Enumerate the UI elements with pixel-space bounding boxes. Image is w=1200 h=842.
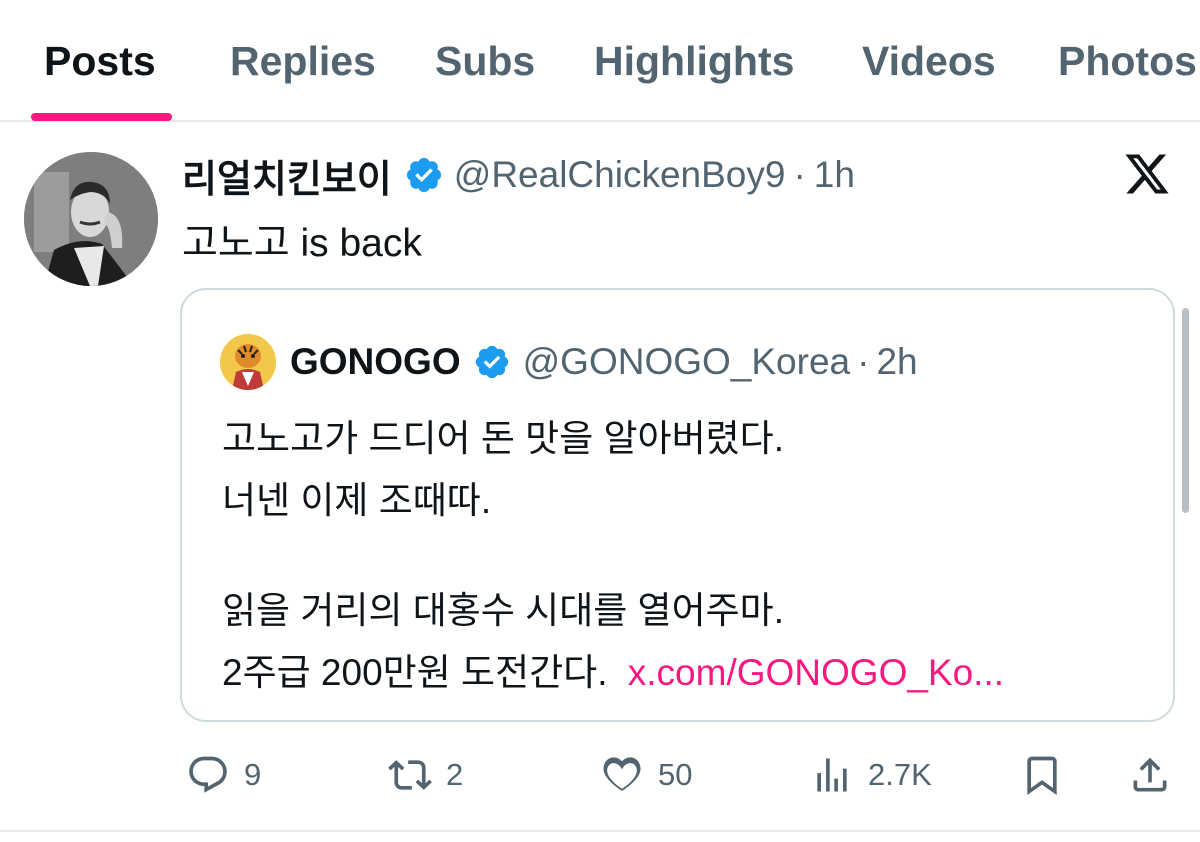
quoted-timestamp[interactable]: 2h [876,341,917,383]
separator-dot: · [857,341,870,382]
post-text: 고노고 is back [182,222,422,265]
profile-tabs: Posts Replies Subs Highlights Videos Pho… [0,0,1200,122]
bookmark-button[interactable] [1020,740,1064,810]
post-header: 리얼치킨보이 @RealChickenBoy9 · 1h [182,148,855,203]
post-actions: 9 2 50 2.7K [0,740,1200,810]
verified-badge-icon [406,157,441,193]
active-tab-indicator [31,113,172,121]
post-divider [0,830,1200,832]
bookmark-icon [1027,756,1057,796]
tab-highlights[interactable]: Highlights [594,38,794,85]
analytics-icon [817,758,847,792]
tiger-avatar-image [220,334,276,390]
quoted-avatar[interactable] [220,334,276,390]
tab-subs[interactable]: Subs [435,38,535,85]
quoted-post[interactable]: GONOGO @GONOGO_Korea · 2h 고노고가 드디어 돈 맛을 … [180,288,1175,722]
quoted-text-line: 고노고가 드디어 돈 맛을 알아버렸다. [222,418,784,459]
views-count: 2.7K [868,757,932,792]
quoted-text-line-with-link: 2주급 200만원 도전간다. x.com/GONOGO_Ko... [222,642,1004,696]
quoted-author-name[interactable]: GONOGO [290,341,461,383]
verified-badge-icon [475,345,508,379]
author-handle[interactable]: @RealChickenBoy9 [454,154,786,196]
share-icon [1133,757,1167,792]
tab-replies[interactable]: Replies [230,38,376,85]
author-name[interactable]: 리얼치킨보이 [182,148,392,203]
repost-button[interactable]: 2 [388,740,463,810]
scrollbar[interactable] [1182,308,1189,513]
reply-icon [189,756,227,793]
tab-videos[interactable]: Videos [862,38,996,85]
x-logo-icon [1125,154,1169,194]
reply-count: 9 [244,757,262,792]
share-button[interactable] [1128,740,1172,810]
post-timestamp[interactable]: 1h [814,154,855,196]
repost-icon [388,760,432,790]
quoted-author-handle[interactable]: @GONOGO_Korea [523,341,851,383]
avatar-portrait-image [24,152,158,286]
views-button[interactable]: 2.7K [810,740,932,810]
avatar[interactable] [24,152,158,286]
quoted-text: 2주급 200만원 도전간다. [222,652,608,693]
like-button[interactable]: 50 [600,740,692,810]
quoted-text-line: 읽을 거리의 대홍수 시대를 열어주마. [222,590,784,631]
heart-icon [603,757,641,791]
quoted-header: GONOGO @GONOGO_Korea · 2h [290,335,918,389]
separator-dot: · [793,154,806,195]
quoted-link[interactable]: x.com/GONOGO_Ko... [628,652,1004,693]
like-count: 50 [658,757,693,792]
tab-photos[interactable]: Photos [1058,38,1197,85]
repost-count: 2 [446,757,464,792]
tab-posts[interactable]: Posts [44,38,156,85]
reply-button[interactable]: 9 [186,740,261,810]
quoted-text-line: 너넨 이제 조때따. [222,480,492,521]
